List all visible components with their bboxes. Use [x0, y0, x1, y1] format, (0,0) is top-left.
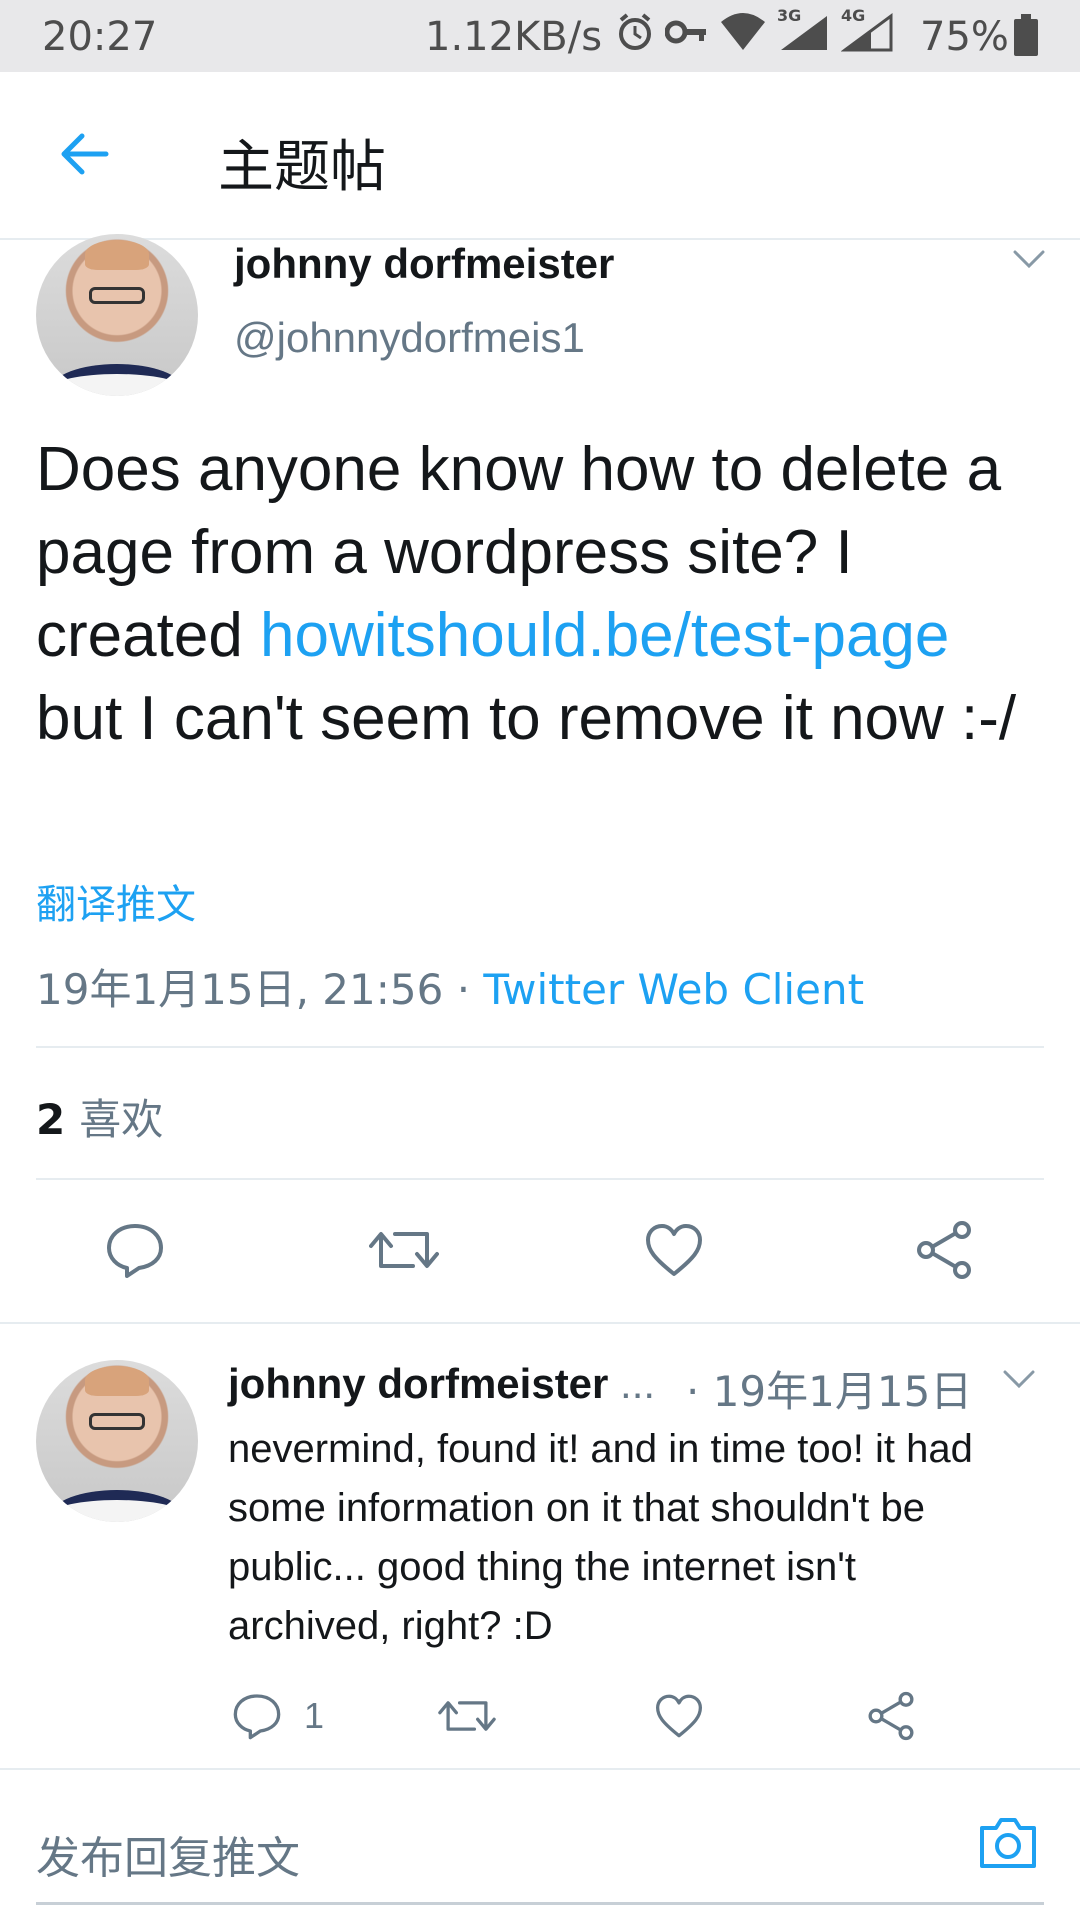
- battery-icon: [1014, 14, 1038, 56]
- reply-reply-button[interactable]: 1: [232, 1686, 324, 1746]
- tweet-text: Does anyone know how to delete a page fr…: [36, 428, 1046, 760]
- like-button[interactable]: [634, 1210, 714, 1290]
- tweet-datetime: 19年1月15日, 21:56 ·: [36, 965, 484, 1014]
- status-icons: 3G 4G: [615, 6, 895, 52]
- reply-composer: 发布回复推文: [0, 1768, 1080, 1920]
- divider: [0, 1322, 1080, 1324]
- chevron-down-icon[interactable]: [1002, 1368, 1036, 1390]
- reply-retweet-button[interactable]: [438, 1686, 496, 1746]
- app-bar: 主题帖: [0, 72, 1080, 240]
- share-icon: [868, 1691, 914, 1741]
- battery-percent: 75%: [920, 14, 1009, 60]
- avatar[interactable]: [36, 234, 198, 396]
- heart-icon: [646, 1224, 702, 1276]
- reply-count: 1: [304, 1695, 325, 1736]
- reply-date: · 19年1月15日: [686, 1367, 973, 1416]
- signal-3g-icon: 3G: [777, 6, 831, 52]
- tweet-client-link[interactable]: Twitter Web Client: [483, 965, 864, 1014]
- tweet-text-part: but I can't seem to remove it now :-/: [36, 684, 1017, 753]
- reply-share-button[interactable]: [866, 1686, 916, 1746]
- retweet-button[interactable]: [364, 1210, 444, 1290]
- avatar[interactable]: [36, 1360, 198, 1522]
- reply-text: nevermind, found it! and in time too! it…: [228, 1427, 973, 1648]
- name-ellipsis: ...: [608, 1360, 656, 1407]
- tweet-meta: 19年1月15日, 21:56 · Twitter Web Client: [36, 956, 864, 1017]
- status-time: 20:27: [42, 14, 158, 60]
- vpn-key-icon: [665, 20, 706, 44]
- heart-icon: [656, 1694, 702, 1738]
- chevron-down-icon[interactable]: [1012, 248, 1046, 270]
- tweet-link[interactable]: howitshould.be/test-page: [260, 601, 949, 670]
- translate-tweet-link[interactable]: 翻译推文: [36, 872, 196, 930]
- signal-4g-icon: 4G: [841, 6, 895, 52]
- likes-summary[interactable]: 2 喜欢: [36, 1086, 163, 1147]
- network-speed: 1.12KB/s: [425, 14, 603, 60]
- like-label: 喜欢: [79, 1095, 164, 1144]
- share-icon: [917, 1221, 971, 1279]
- status-bar: 20:27 1.12KB/s 3G 4G 75%: [0, 0, 1080, 72]
- author-handle[interactable]: @johnnydorfmeis1: [234, 314, 585, 362]
- divider: [36, 1046, 1044, 1048]
- divider: [36, 1178, 1044, 1180]
- author-name[interactable]: johnny dorfmeister: [234, 240, 614, 288]
- reply-button[interactable]: [95, 1210, 175, 1290]
- like-count: 2: [36, 1095, 66, 1144]
- alarm-icon: [619, 13, 651, 50]
- input-underline: [36, 1902, 1044, 1905]
- back-arrow-icon[interactable]: [58, 128, 110, 180]
- reply-icon: [233, 1694, 281, 1740]
- page-title: 主题帖: [218, 135, 386, 200]
- reply-input[interactable]: 发布回复推文: [36, 1822, 300, 1886]
- retweet-icon: [438, 1701, 496, 1731]
- share-button[interactable]: [904, 1210, 984, 1290]
- reply-author-name-text: johnny dorfmeister: [228, 1360, 609, 1407]
- camera-icon[interactable]: [976, 1814, 1040, 1872]
- reply-author-name[interactable]: johnny dorfmeister ...: [228, 1360, 655, 1408]
- reply-like-button[interactable]: [654, 1686, 704, 1746]
- reply-icon: [107, 1224, 163, 1278]
- wifi-icon: [721, 13, 765, 50]
- retweet-icon: [369, 1232, 439, 1268]
